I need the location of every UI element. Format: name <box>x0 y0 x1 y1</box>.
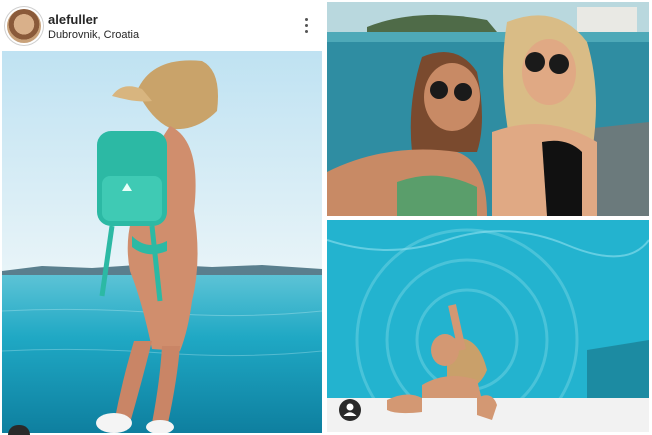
post-header: alefuller Dubrovnik, Croatia <box>2 3 322 51</box>
user-tag-icon[interactable] <box>339 399 361 421</box>
post-photo-pool-swim <box>327 220 649 432</box>
profile-avatar[interactable] <box>7 9 41 43</box>
location-tag[interactable]: Dubrovnik, Croatia <box>48 29 139 41</box>
post-photo-selfie-duo <box>327 2 649 216</box>
more-options-icon[interactable] <box>304 18 308 36</box>
post-photo-backpack-seaside <box>2 51 322 433</box>
instagram-post: alefuller Dubrovnik, Croatia <box>2 3 322 433</box>
username[interactable]: alefuller <box>48 12 98 27</box>
